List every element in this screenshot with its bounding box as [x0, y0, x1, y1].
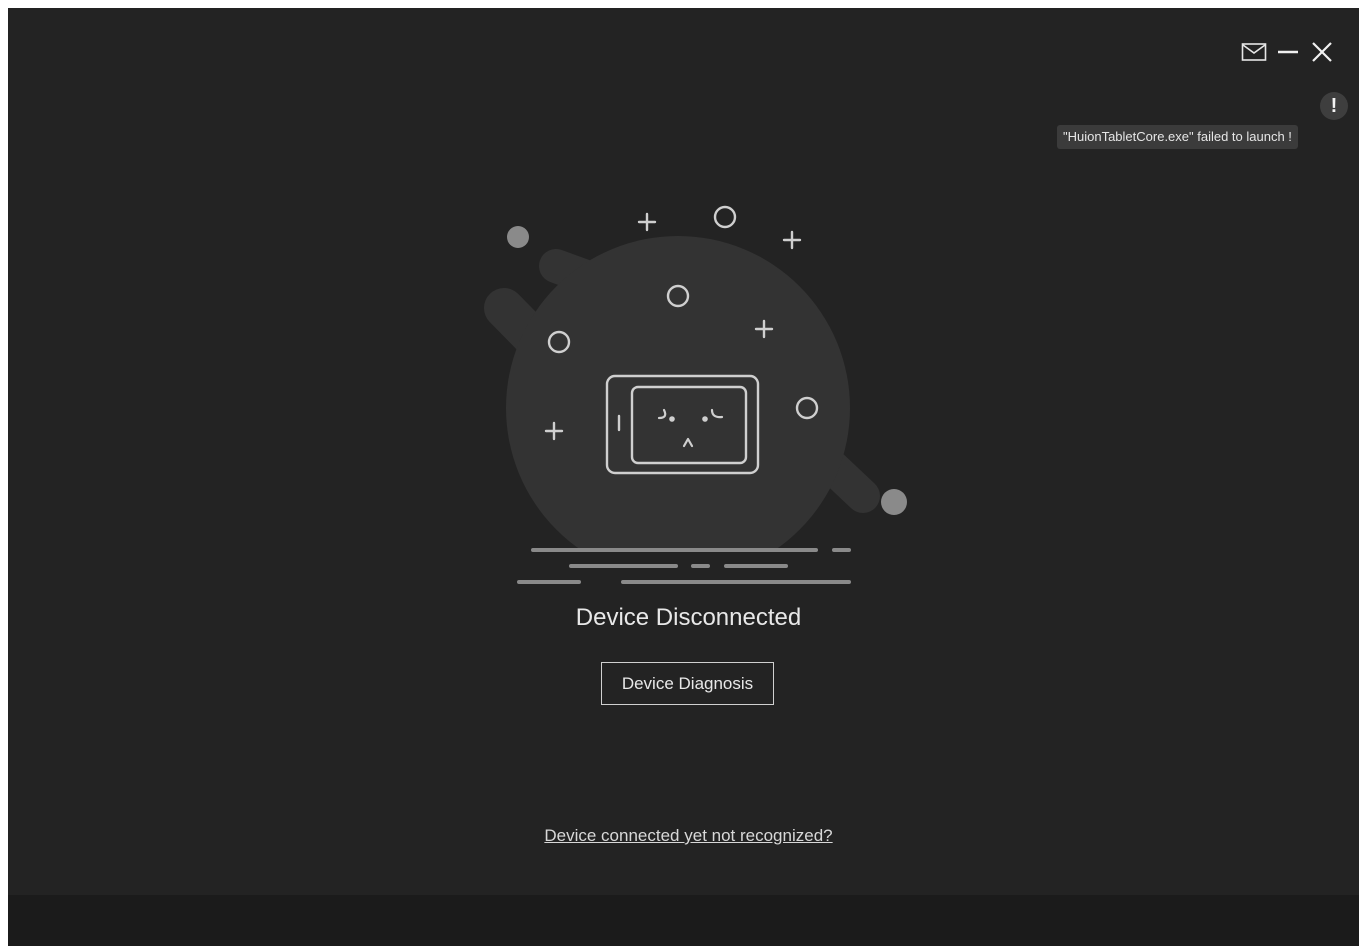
footer-bar	[8, 895, 1359, 946]
mail-button[interactable]	[1240, 38, 1268, 66]
disconnected-tablet-icon	[468, 205, 928, 588]
device-diagnosis-button[interactable]: Device Diagnosis	[601, 662, 774, 705]
close-icon	[1312, 42, 1332, 62]
mail-icon	[1241, 43, 1267, 61]
launch-error-tooltip: "HuionTabletCore.exe" failed to launch !	[1057, 125, 1298, 149]
status-title: Device Disconnected	[575, 604, 802, 631]
not-recognized-help-link[interactable]: Device connected yet not recognized?	[8, 826, 1359, 846]
app-window: ! "HuionTabletCore.exe" failed to launch…	[8, 8, 1359, 946]
warning-icon[interactable]: !	[1320, 92, 1348, 120]
close-button[interactable]	[1308, 38, 1336, 66]
minimize-icon	[1278, 50, 1298, 54]
minimize-button[interactable]	[1274, 38, 1302, 66]
window-controls	[1240, 38, 1336, 66]
